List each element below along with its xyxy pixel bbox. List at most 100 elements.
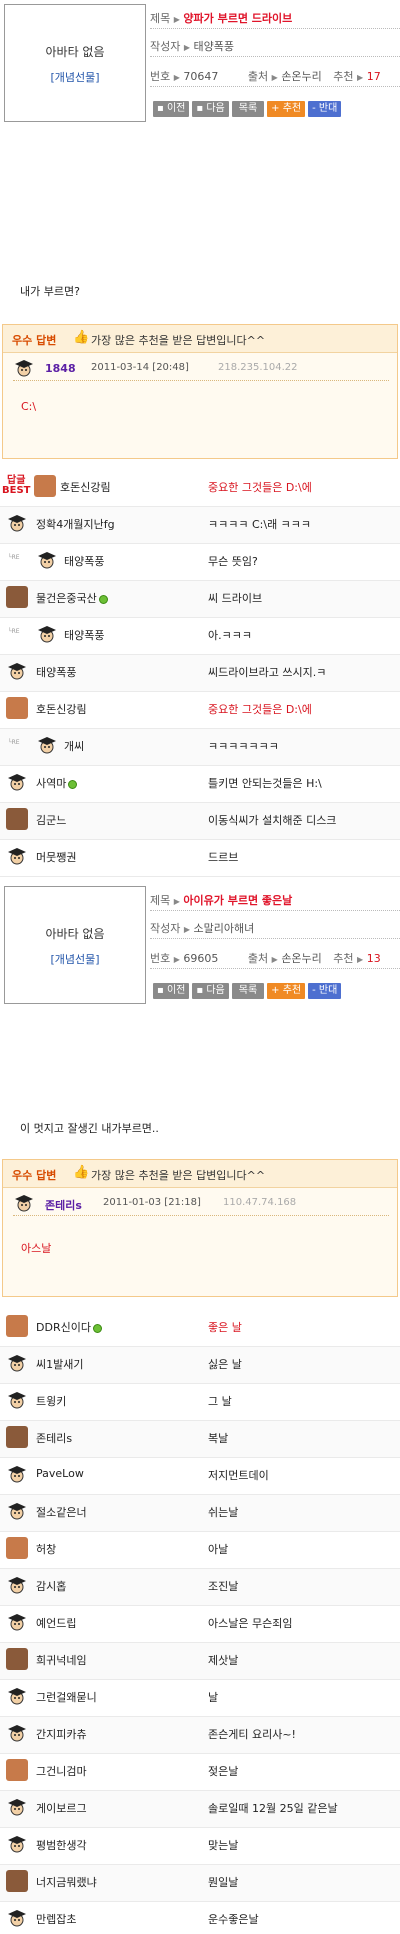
comment-author[interactable]: 절소같은너 — [36, 1504, 87, 1520]
comment-author[interactable]: DDR신이다 — [36, 1319, 102, 1335]
comment-author[interactable]: 간지피카츄 — [36, 1726, 87, 1742]
best-answer-tag: 우수 답변 — [12, 334, 57, 347]
user-avatar-icon — [6, 1833, 28, 1855]
comment-author[interactable]: 희귀넉네임 — [36, 1652, 87, 1668]
title-line: 제목 ▶ 아이유가 부르면 좋은날 — [150, 892, 400, 908]
gift-link[interactable]: [개념선물] — [5, 69, 145, 85]
user-avatar-icon — [6, 808, 28, 830]
comment-text: 틀키면 안되는것들은 H:\ — [208, 777, 322, 790]
author-name[interactable]: 소말리아해녀 — [194, 922, 255, 935]
post-title: 양파가 부르면 드라이브 — [183, 12, 293, 25]
comment-author[interactable]: 머뭇쨍권 — [36, 849, 76, 865]
comment-row: 김군느 이동식씨가 설치해준 디스크 — [0, 803, 400, 840]
comment-author[interactable]: 물건은중국산 — [36, 590, 108, 606]
author-line: 작성자 ▶ 태양폭풍 — [150, 38, 400, 54]
prev-button[interactable]: ▪ 이전 — [153, 983, 190, 999]
online-status-icon — [98, 594, 108, 604]
comment-author[interactable]: 트윙키 — [36, 1393, 66, 1409]
comment-text: 운수좋은날 — [208, 1913, 259, 1926]
comment-author[interactable]: 태양폭풍 — [64, 627, 104, 643]
oppose-button[interactable]: - 반대 — [308, 983, 342, 999]
comment-row: └RE 개씨 ㅋㅋㅋㅋㅋㅋㅋ — [0, 729, 400, 766]
comment-author[interactable]: 태양폭풍 — [36, 664, 76, 680]
comment-row: 씨1발새기 싫은 날 — [0, 1347, 400, 1384]
comment-text: 아스날은 무슨죄임 — [208, 1617, 293, 1630]
comment-author[interactable]: 호돈신강림 — [36, 701, 87, 717]
comment-author[interactable]: PaveLow — [36, 1467, 84, 1480]
user-avatar-icon — [6, 1389, 28, 1411]
comment-row: PaveLow 저지먼트데이 — [0, 1458, 400, 1495]
comment-author[interactable]: 만렙잡초 — [36, 1911, 76, 1927]
comment-row: 예언드립 아스날은 무슨죄임 — [0, 1606, 400, 1643]
recommend-button[interactable]: + 추천 — [267, 101, 306, 117]
comment-author[interactable]: 태양폭풍 — [64, 553, 104, 569]
comment-author[interactable]: 정확4개월지난fg — [36, 516, 115, 532]
comment-row: 호돈신강림 중요한 그것들은 D:\에 — [0, 692, 400, 729]
user-avatar-icon — [6, 1648, 28, 1670]
best-answer-date: 2011-03-14 [20:48] — [91, 362, 189, 373]
comment-row: 평범한생각 맞는날 — [0, 1828, 400, 1865]
divider — [150, 28, 400, 29]
comment-author[interactable]: 존테리s — [36, 1430, 72, 1446]
author-name[interactable]: 태양폭풍 — [194, 40, 234, 53]
comment-author[interactable]: 호돈신강림 — [60, 479, 111, 495]
comment-text: 제삿날 — [208, 1654, 239, 1667]
next-button[interactable]: ▪ 다음 — [192, 101, 229, 117]
comment-author[interactable]: 그건니검마 — [36, 1763, 87, 1779]
oppose-button[interactable]: - 반대 — [308, 101, 342, 117]
divider — [150, 86, 400, 87]
source-label: 출처 — [247, 70, 269, 83]
comment-text: 싫은 날 — [208, 1358, 242, 1371]
list-button[interactable]: 목록 — [231, 101, 265, 117]
comment-text: 좋은 날 — [208, 1321, 242, 1334]
comment-row: 물건은중국산 씨 드라이브 — [0, 581, 400, 618]
comment-author[interactable]: 게이보르그 — [36, 1800, 87, 1816]
comment-author[interactable]: 씨1발새기 — [36, 1356, 83, 1372]
info-line: 번호 ▶ 70647 출처 ▶ 손온누리 추천 ▶ 17 — [150, 68, 400, 84]
gift-link[interactable]: [개념선물] — [5, 951, 145, 967]
user-avatar-icon — [6, 845, 28, 867]
comment-author[interactable]: 허창 — [36, 1541, 56, 1557]
comment-row: DDR신이다 좋은 날 — [0, 1310, 400, 1347]
recommend-button[interactable]: + 추천 — [267, 983, 306, 999]
author-line: 작성자 ▶ 소말리아해녀 — [150, 920, 400, 936]
comment-author[interactable]: 너지금뭐랬냐 — [36, 1874, 97, 1890]
prev-button[interactable]: ▪ 이전 — [153, 101, 190, 117]
arrow-icon: ▶ — [271, 73, 278, 82]
avatar-none-text: 아바타 없음 — [45, 45, 105, 59]
comment-author[interactable]: 예언드립 — [36, 1615, 76, 1631]
author-label: 작성자 — [150, 40, 181, 53]
arrow-icon: ▶ — [173, 73, 180, 82]
user-avatar-icon — [6, 1907, 28, 1929]
comment-row: 태양폭풍 씨드라이브라고 쓰시지.ㅋ — [0, 655, 400, 692]
comment-author[interactable]: 김군느 — [36, 812, 66, 828]
arrow-icon: ▶ — [173, 897, 180, 906]
comment-author[interactable]: 그런걸왜묻니 — [36, 1689, 97, 1705]
best-answer-nick[interactable]: 1848 — [45, 362, 76, 375]
next-button[interactable]: ▪ 다음 — [192, 983, 229, 999]
user-avatar-icon — [36, 734, 58, 756]
list-button[interactable]: 목록 — [231, 983, 265, 999]
thumbs-up-icon: 👍 — [73, 1165, 90, 1180]
post-number: 69605 — [183, 952, 219, 965]
source-label: 출처 — [247, 952, 269, 965]
comment-author[interactable]: 사역마 — [36, 775, 78, 791]
comment-text: 조진날 — [208, 1580, 239, 1593]
best-answer-info: 1848 2011-03-14 [20:48] 218.235.104.22 — [13, 359, 389, 381]
reply-arrow-icon: └RE — [8, 554, 20, 561]
comment-author[interactable]: 개씨 — [64, 738, 84, 754]
user-avatar-icon — [6, 1796, 28, 1818]
best-answer-nick[interactable]: 존테리s — [45, 1197, 82, 1213]
comment-text: 솔로일때 12월 25일 같은날 — [208, 1802, 338, 1815]
comment-row: 만렙잡초 운수좋은날 — [0, 1902, 400, 1934]
arrow-icon: ▶ — [271, 955, 278, 964]
divider — [150, 968, 400, 969]
comment-author[interactable]: 평범한생각 — [36, 1837, 87, 1853]
best-answer-header: 우수 답변 👍 가장 많은 추천을 받은 답변입니다^^ — [3, 1160, 397, 1188]
recommend-label: 추천 — [333, 952, 354, 965]
comment-text: 저지먼트데이 — [208, 1469, 269, 1482]
comment-author[interactable]: 감시홉 — [36, 1578, 66, 1594]
user-avatar-icon — [6, 1574, 28, 1596]
num-label: 번호 — [150, 952, 171, 965]
recommend-count: 17 — [366, 70, 381, 83]
